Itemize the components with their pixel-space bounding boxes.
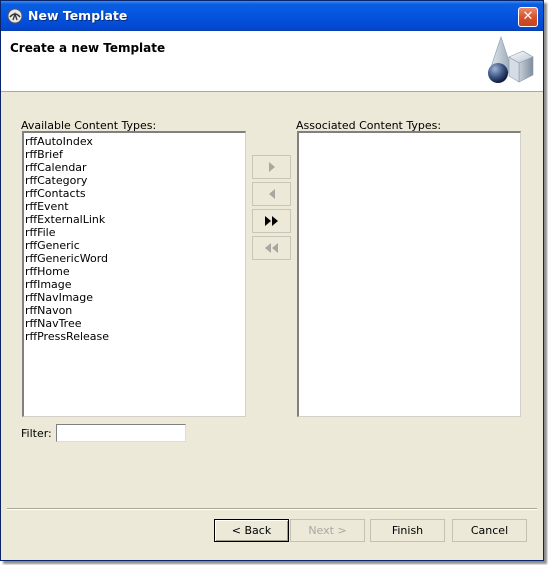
add-type-button[interactable] [252,155,291,179]
page-title: Create a new Template [10,41,166,55]
wizard-header: Create a new Template [1,31,543,92]
add-all-types-button[interactable] [252,209,291,233]
list-item[interactable]: rffCalendar [25,161,245,174]
list-item[interactable]: rffImage [25,278,245,291]
list-item[interactable]: rffGenericWord [25,252,245,265]
list-item[interactable]: rffHome [25,265,245,278]
list-item[interactable]: rffEvent [25,200,245,213]
list-item[interactable]: rffNavTree [25,317,245,330]
available-types-list[interactable]: rffAutoIndex rffBrief rffCalendar rffCatego… [22,131,246,417]
finish-button[interactable]: Finish [370,519,445,542]
remove-all-types-button[interactable] [252,236,291,260]
list-item[interactable]: rffNavImage [25,291,245,304]
associated-types-items [299,133,520,135]
list-item[interactable]: rffPressRelease [25,330,245,343]
list-item[interactable]: rffContacts [25,187,245,200]
new-template-dialog: New Template ✕ Create a new Template Ava… [0,0,544,561]
arrow-right-icon [268,162,275,172]
double-arrow-right-icon [264,216,278,226]
app-icon [7,8,23,24]
list-item[interactable]: rffFile [25,226,245,239]
back-button[interactable]: < Back [214,519,289,542]
list-item[interactable]: rffGeneric [25,239,245,252]
list-item[interactable]: rffBrief [25,148,245,161]
title-bar[interactable]: New Template ✕ [1,1,543,31]
cancel-button[interactable]: Cancel [452,519,527,542]
remove-type-button[interactable] [252,182,291,206]
button-bar-separator [7,508,537,510]
template-shapes-graphic [488,36,534,83]
list-item[interactable]: rffNavon [25,304,245,317]
list-item[interactable]: rffExternalLink [25,213,245,226]
close-button[interactable]: ✕ [518,7,538,27]
list-item[interactable]: rffAutoIndex [25,135,245,148]
associated-types-list[interactable] [297,131,521,417]
available-types-items: rffAutoIndex rffBrief rffCalendar rffCatego… [24,133,245,343]
next-button[interactable]: Next > [290,519,365,542]
arrow-left-icon [268,189,275,199]
window-title: New Template [28,8,128,23]
double-arrow-left-icon [264,243,278,253]
filter-label: Filter: [21,427,52,440]
close-icon: ✕ [522,9,534,24]
list-item[interactable]: rffCategory [25,174,245,187]
filter-input[interactable] [56,424,186,442]
